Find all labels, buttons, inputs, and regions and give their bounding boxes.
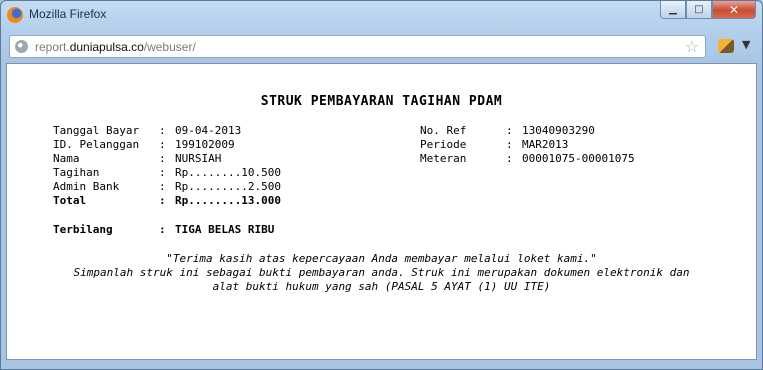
left-field-separator: : xyxy=(159,138,166,151)
left-field-label: Nama xyxy=(53,152,80,165)
left-field-label: ID. Pelanggan xyxy=(53,138,140,151)
url-domain: duniapulsa.co xyxy=(69,40,144,54)
left-field-value: 09-04-2013 xyxy=(175,124,242,137)
minimize-icon: ▁ xyxy=(669,4,677,15)
legal-notice-line-1: Simpanlah struk ini sebagai bukti pembay… xyxy=(73,266,690,279)
navigation-bar: report.duniapulsa.co/webuser/ ☆ ▼ xyxy=(6,35,757,59)
title-bar: Mozilla Firefox ▁ □ ✕ xyxy=(1,1,762,29)
left-field-label: Admin Bank xyxy=(53,180,120,193)
left-field-row: Tanggal Bayar:09-04-2013 xyxy=(53,124,281,138)
receipt-title: STRUK PEMBAYARAN TAGIHAN PDAM xyxy=(260,94,503,109)
left-field-separator: : xyxy=(159,124,166,137)
close-icon: ✕ xyxy=(728,2,740,17)
window-title: Mozilla Firefox xyxy=(29,7,107,21)
left-field-row: Nama: NURSIAH xyxy=(53,152,281,166)
globe-icon xyxy=(15,40,28,53)
address-bar[interactable]: report.duniapulsa.co/webuser/ ☆ xyxy=(9,35,706,58)
legal-notice-line-2: alat bukti hukum yang sah (PASAL 5 AYAT … xyxy=(212,280,551,293)
left-field-value: 199102009 xyxy=(175,138,235,151)
minimize-button[interactable]: ▁ xyxy=(660,1,686,19)
left-field-label: Tagihan xyxy=(53,166,100,179)
right-field-separator: : xyxy=(506,152,513,165)
browser-window: Mozilla Firefox ▁ □ ✕ report.duniapulsa.… xyxy=(0,0,763,370)
left-field-separator: : xyxy=(159,180,166,193)
right-field-label: Meteran xyxy=(420,152,467,165)
right-field-label: Periode xyxy=(420,138,467,151)
thanks-message: "Terima kasih atas kepercayaan Anda memb… xyxy=(166,252,597,265)
terbilang-row: Terbilang : TIGA BELAS RIBU xyxy=(53,223,274,237)
right-field-row: Periode: MAR2013 xyxy=(420,138,635,152)
right-field-value: 13040903290 xyxy=(522,124,595,137)
left-field-label: Tanggal Bayar xyxy=(53,124,140,137)
left-fields: Tanggal Bayar:09-04-2013 ID. Pelanggan:19… xyxy=(53,124,281,208)
legal-notice: Simpanlah struk ini sebagai bukti pembay… xyxy=(7,266,756,294)
left-field-label: Total xyxy=(53,194,87,207)
left-field-value: Rp........10.500 xyxy=(175,166,281,179)
right-field-label: No. Ref xyxy=(420,124,467,137)
right-field-value: MAR2013 xyxy=(522,138,569,151)
page-content: STRUK PEMBAYARAN TAGIHAN PDAM Tanggal Ba… xyxy=(6,63,757,360)
left-field-separator: : xyxy=(159,152,166,165)
chevron-down-icon[interactable]: ▼ xyxy=(742,38,750,51)
right-field-value: 00001075-00001075 xyxy=(522,152,635,165)
left-field-value: Rp........13.000 xyxy=(175,194,281,207)
url-path: /webuser/ xyxy=(143,40,196,54)
right-field-row: Meteran:00001075-00001075 xyxy=(420,152,635,166)
url-prefix: report. xyxy=(35,40,70,54)
firefox-logo-icon xyxy=(7,7,23,23)
terbilang-label: Terbilang xyxy=(53,223,113,236)
addon-icon[interactable] xyxy=(718,39,734,53)
left-field-row: Total: Rp........13.000 xyxy=(53,194,281,208)
left-field-value: NURSIAH xyxy=(175,152,222,165)
left-field-row: Tagihan: Rp........10.500 xyxy=(53,166,281,180)
right-fields: No. Ref:13040903290 Periode: MAR2013 Metera… xyxy=(420,124,635,166)
maximize-icon: □ xyxy=(694,4,704,15)
right-field-separator: : xyxy=(506,138,513,151)
terbilang-value: TIGA BELAS RIBU xyxy=(175,223,275,236)
url-text[interactable]: report.duniapulsa.co/webuser/ xyxy=(35,40,196,54)
maximize-button[interactable]: □ xyxy=(686,1,712,19)
right-field-separator: : xyxy=(506,124,513,137)
left-field-separator: : xyxy=(159,194,166,207)
window-controls: ▁ □ ✕ xyxy=(660,1,756,21)
left-field-row: ID. Pelanggan:199102009 xyxy=(53,138,281,152)
terbilang-separator: : xyxy=(159,223,166,236)
left-field-separator: : xyxy=(159,166,166,179)
right-field-row: No. Ref:13040903290 xyxy=(420,124,635,138)
left-field-row: Admin Bank: Rp.........2.500 xyxy=(53,180,281,194)
left-field-value: Rp.........2.500 xyxy=(175,180,281,193)
star-icon[interactable]: ☆ xyxy=(685,37,699,56)
close-button[interactable]: ✕ xyxy=(712,1,756,19)
